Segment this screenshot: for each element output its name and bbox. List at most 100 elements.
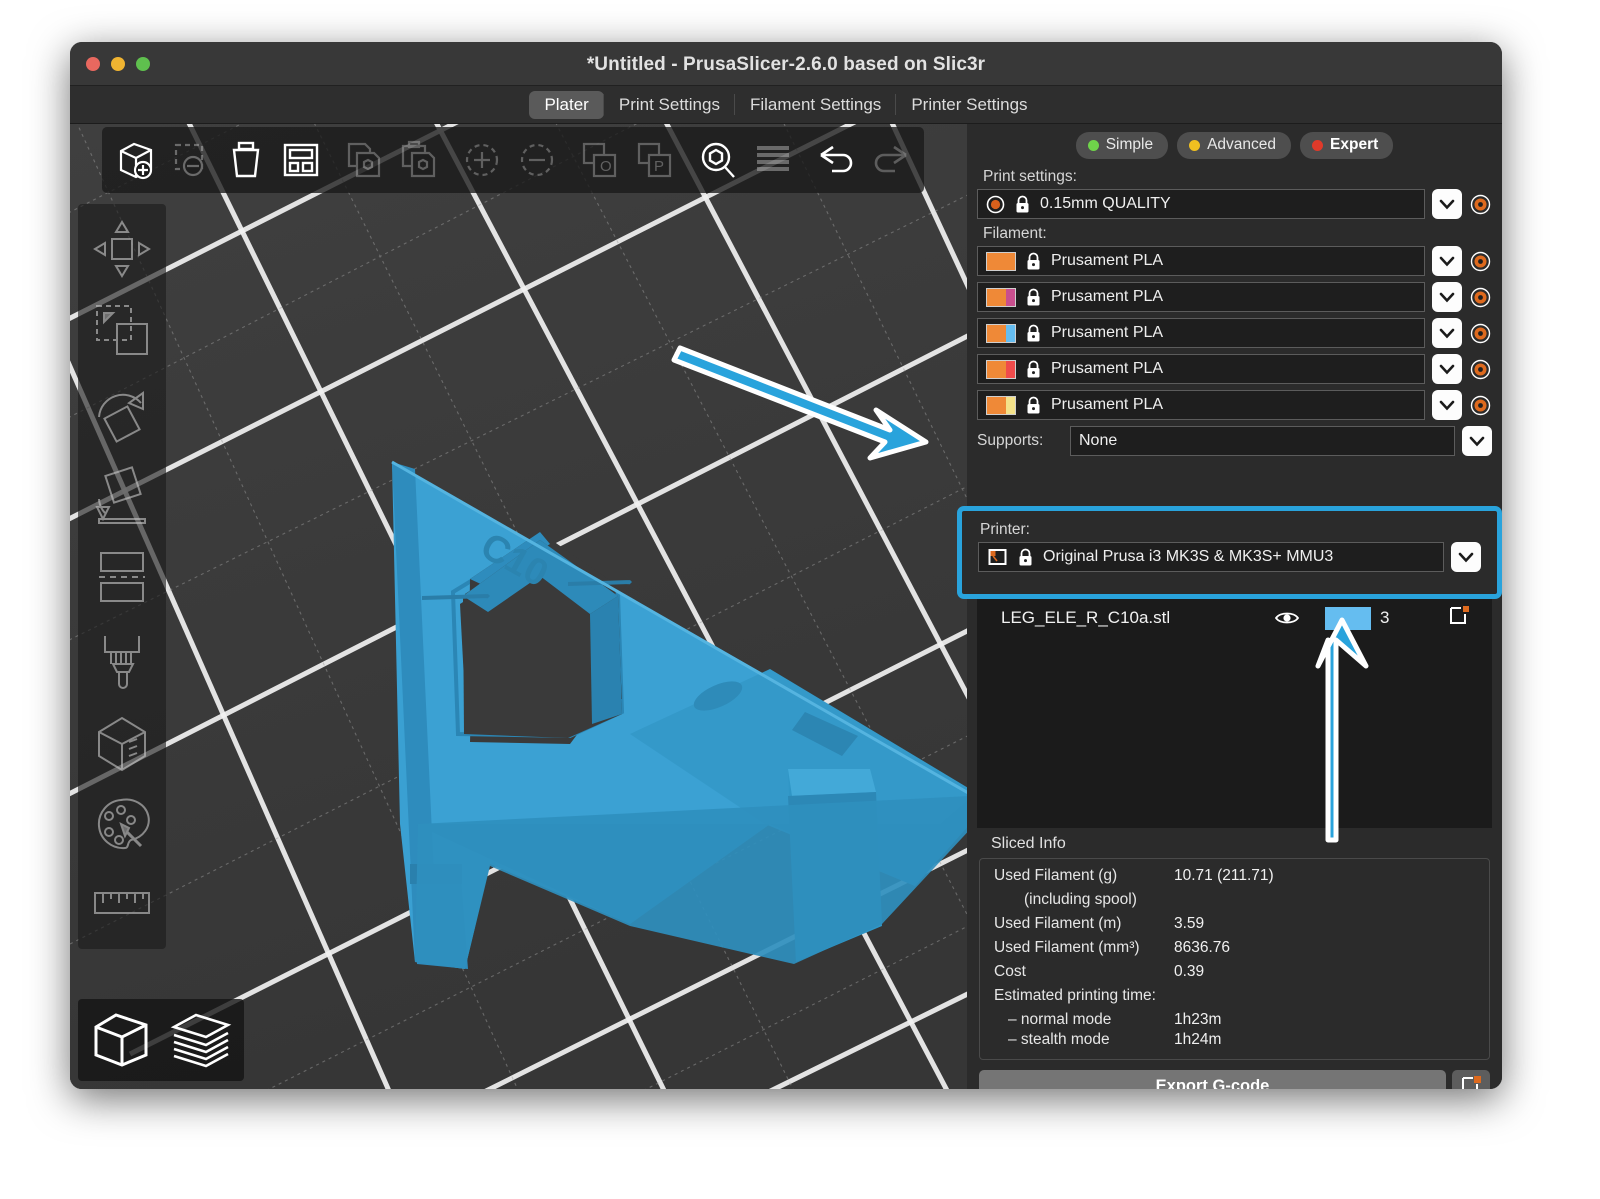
- filament-value-5: Prusament PLA: [1051, 396, 1164, 413]
- sliced-info-key-sub: (including spool): [1024, 891, 1137, 908]
- time-value-normal: 1h23m: [1174, 1011, 1222, 1028]
- undo-icon[interactable]: [808, 131, 863, 189]
- filament-dropdown-button-3[interactable]: [1432, 318, 1462, 348]
- copy-icon[interactable]: [336, 131, 391, 189]
- sliced-info-box: Used Filament (g) 10.71 (211.71) (includ…: [979, 858, 1490, 1060]
- chevron-down-icon: [1439, 400, 1455, 410]
- right-side-panel: Simple Advanced Expert Print settings: 0…: [957, 124, 1502, 1089]
- extruder-color-swatch[interactable]: [1325, 606, 1371, 630]
- printable-icon[interactable]: [1448, 605, 1470, 632]
- filament-dropdown-button-4[interactable]: [1432, 354, 1462, 384]
- variable-layer-height-icon[interactable]: [745, 131, 800, 189]
- split-to-parts-icon[interactable]: P: [627, 131, 682, 189]
- filament-dropdown-button-5[interactable]: [1432, 390, 1462, 420]
- search-icon[interactable]: [690, 131, 745, 189]
- filament-row-1: Prusament PLA: [977, 246, 1492, 276]
- svg-text:O: O: [600, 158, 612, 175]
- print-settings-combo[interactable]: 0.15mm QUALITY: [977, 189, 1425, 219]
- filament-gear-button-5[interactable]: [1469, 394, 1492, 417]
- time-value-stealth: 1h24m: [1174, 1031, 1222, 1048]
- tab-plater[interactable]: Plater: [529, 90, 604, 119]
- cut-tool-icon[interactable]: [82, 537, 162, 619]
- move-tool-icon[interactable]: [82, 208, 162, 290]
- sliced-info-row: Used Filament (g) 10.71 (211.71): [994, 867, 1475, 885]
- printer-selector-highlight: Printer: Original Prusa i3 MK3S & MK3S+ …: [957, 506, 1502, 599]
- redo-icon[interactable]: [863, 131, 918, 189]
- delete-selected-icon[interactable]: [163, 131, 218, 189]
- filament-dropdown-button-1[interactable]: [1432, 246, 1462, 276]
- time-key-normal: – normal mode: [1008, 1011, 1112, 1028]
- filament-row-4: Prusament PLA: [977, 354, 1492, 384]
- multimaterial-painting-tool-icon[interactable]: [82, 784, 162, 866]
- filament-color-swatch-4: [986, 359, 1016, 379]
- filament-combo-2[interactable]: Prusament PLA: [977, 282, 1425, 312]
- chevron-down-icon: [1439, 256, 1455, 266]
- print-settings-gear-button[interactable]: [1469, 193, 1492, 216]
- filament-gear-button-1[interactable]: [1469, 250, 1492, 273]
- sliced-info-key: Used Filament (g): [994, 867, 1118, 884]
- filament-combo-3[interactable]: Prusament PLA: [977, 318, 1425, 348]
- eye-icon[interactable]: [1257, 610, 1317, 626]
- estimated-time-title: Estimated printing time:: [994, 987, 1156, 1004]
- estimated-time-row: – normal mode 1h23m: [994, 1011, 1475, 1029]
- filament-gear-button-3[interactable]: [1469, 322, 1492, 345]
- supports-value: None: [1079, 432, 1118, 449]
- print-settings-dropdown-button[interactable]: [1432, 189, 1462, 219]
- sliced-info-title: Sliced Info: [991, 835, 1066, 852]
- scale-tool-icon[interactable]: [82, 290, 162, 372]
- supports-label: Supports:: [977, 432, 1044, 449]
- filament-combo-4[interactable]: Prusament PLA: [977, 354, 1425, 384]
- export-gcode-button[interactable]: Export G-code: [979, 1070, 1446, 1089]
- filament-combo-5[interactable]: Prusament PLA: [977, 390, 1425, 420]
- filament-row-2: Prusament PLA: [977, 282, 1492, 312]
- lock-icon: [1016, 195, 1029, 212]
- measure-tool-icon[interactable]: [82, 867, 162, 949]
- gear-icon: [1470, 251, 1491, 271]
- delete-all-icon[interactable]: [218, 131, 273, 189]
- filament-gear-button-2[interactable]: [1469, 286, 1492, 309]
- extruder-number: 3: [1380, 608, 1390, 627]
- paint-support-tool-icon[interactable]: [82, 620, 162, 702]
- paste-icon[interactable]: [391, 131, 446, 189]
- chevron-down-icon: [1439, 199, 1455, 209]
- supports-combo[interactable]: None: [1070, 426, 1455, 456]
- filament-dropdown-button-2[interactable]: [1432, 282, 1462, 312]
- editor-view-icon[interactable]: [82, 1003, 160, 1077]
- mode-button-expert[interactable]: Expert: [1300, 132, 1394, 159]
- model-leg-ele-r-c10a[interactable]: C10: [70, 124, 967, 1089]
- remove-instance-icon[interactable]: [509, 131, 564, 189]
- mode-button-advanced[interactable]: Advanced: [1177, 132, 1292, 159]
- tab-filament-settings[interactable]: Filament Settings: [733, 91, 896, 119]
- print-settings-row: 0.15mm QUALITY: [977, 189, 1492, 219]
- mode-button-simple[interactable]: Simple: [1075, 132, 1169, 159]
- 3d-viewport[interactable]: C10 O P: [70, 124, 967, 1089]
- add-instance-icon[interactable]: [454, 131, 509, 189]
- sliced-info-value: 0.39: [1174, 963, 1205, 980]
- printer-combo[interactable]: Original Prusa i3 MK3S & MK3S+ MMU3: [978, 542, 1444, 572]
- printer-dropdown-button[interactable]: [1451, 542, 1481, 572]
- lock-icon: [1019, 548, 1032, 565]
- tab-print-settings[interactable]: Print Settings: [602, 91, 735, 119]
- supports-dropdown-button[interactable]: [1462, 426, 1492, 456]
- sliced-info-value: 10.71 (211.71): [1174, 867, 1274, 884]
- left-toolbar: [78, 204, 166, 949]
- rotate-tool-icon[interactable]: [82, 373, 162, 455]
- place-on-face-tool-icon[interactable]: [82, 455, 162, 537]
- lock-icon: [1027, 396, 1040, 413]
- seam-painting-tool-icon[interactable]: [82, 702, 162, 784]
- filament-combo-1[interactable]: Prusament PLA: [977, 246, 1425, 276]
- filament-gear-button-4[interactable]: [1469, 358, 1492, 381]
- sliced-info-value: 3.59: [1174, 915, 1205, 932]
- preview-view-icon[interactable]: [162, 1003, 240, 1077]
- gear-icon: [1470, 359, 1491, 379]
- table-row[interactable]: LEG_ELE_R_C10a.stl 3: [977, 598, 1492, 638]
- sliced-info-row: Used Filament (m) 3.59: [994, 915, 1475, 933]
- object-name: LEG_ELE_R_C10a.stl: [1001, 608, 1171, 627]
- tab-printer-settings[interactable]: Printer Settings: [895, 91, 1042, 119]
- arrange-icon[interactable]: [273, 131, 328, 189]
- send-to-printer-icon[interactable]: [1452, 1070, 1490, 1089]
- mode-label-expert: Expert: [1330, 136, 1379, 153]
- split-to-objects-icon[interactable]: O: [572, 131, 627, 189]
- filament-color-swatch-5: [986, 395, 1016, 415]
- add-icon[interactable]: [108, 131, 163, 189]
